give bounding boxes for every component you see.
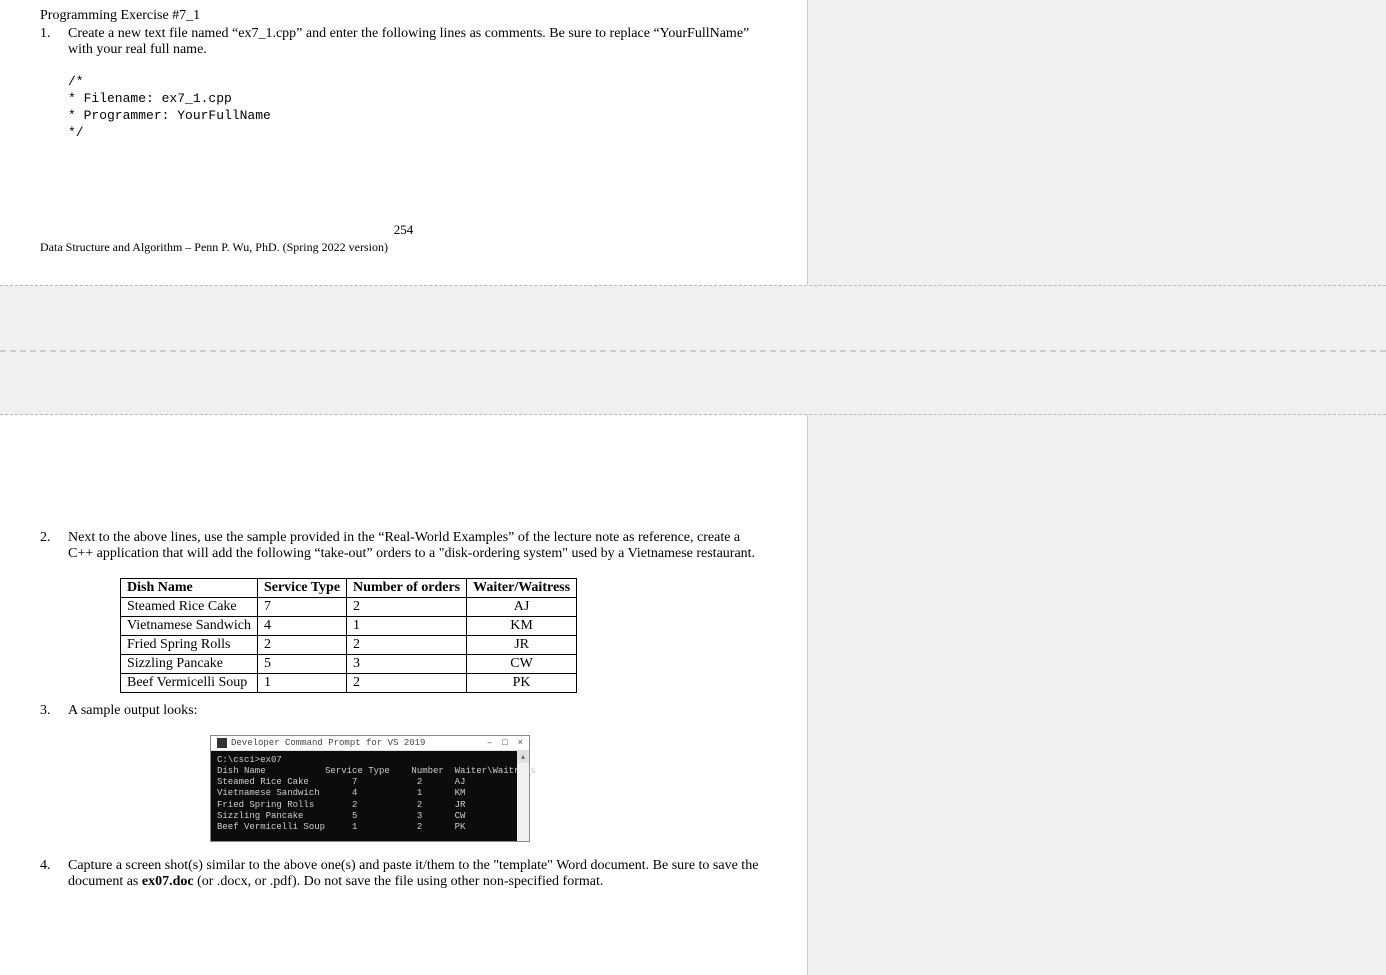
table-header: Dish Name [121, 578, 258, 597]
cell-dish: Fried Spring Rolls [121, 635, 258, 654]
table-header: Service Type [257, 578, 346, 597]
cell-number: 2 [347, 635, 467, 654]
cell-number: 2 [347, 597, 467, 616]
document-page-top: Programming Exercise #7_1 1. Create a ne… [0, 0, 808, 285]
close-icon[interactable]: × [518, 738, 523, 748]
bold-filename: ex07.doc [142, 874, 194, 889]
page-footer: Data Structure and Algorithm – Penn P. W… [40, 240, 767, 255]
console-title: Developer Command Prompt for VS 2019 [231, 738, 425, 748]
cell-service: 5 [257, 654, 346, 673]
list-item: 4. Capture a screen shot(s) similar to t… [40, 858, 767, 890]
maximize-icon[interactable]: □ [502, 738, 507, 748]
item-text-part: (or .docx, or .pdf). Do not save the fil… [194, 874, 604, 889]
table-row: Vietnamese Sandwich41KM [121, 616, 577, 635]
console-icon [217, 738, 227, 748]
cell-dish: Vietnamese Sandwich [121, 616, 258, 635]
list-item: 2. Next to the above lines, use the samp… [40, 530, 767, 562]
cell-dish: Sizzling Pancake [121, 654, 258, 673]
cell-service: 1 [257, 673, 346, 692]
table-header-row: Dish Name Service Type Number of orders … [121, 578, 577, 597]
minimize-icon[interactable]: – [487, 738, 492, 748]
table-row: Beef Vermicelli Soup12PK [121, 673, 577, 692]
cell-service: 7 [257, 597, 346, 616]
table-header: Number of orders [347, 578, 467, 597]
console-window: Developer Command Prompt for VS 2019 – □… [210, 735, 530, 843]
item-number: 2. [40, 530, 68, 562]
cell-waiter: KM [467, 616, 577, 635]
cell-service: 2 [257, 635, 346, 654]
item-text: Next to the above lines, use the sample … [68, 530, 767, 562]
table-row: Sizzling Pancake53CW [121, 654, 577, 673]
list-item: 3. A sample output looks: [40, 703, 767, 719]
list-item: 1. Create a new text file named “ex7_1.c… [40, 26, 767, 58]
cell-service: 4 [257, 616, 346, 635]
console-titlebar: Developer Command Prompt for VS 2019 – □… [211, 736, 529, 751]
scroll-up-icon[interactable]: ▴ [517, 751, 529, 763]
console-scrollbar[interactable]: ▴ [517, 751, 529, 842]
item-number: 3. [40, 703, 68, 719]
item-number: 4. [40, 858, 68, 890]
document-page-bottom: 2. Next to the above lines, use the samp… [0, 415, 808, 975]
table-row: Steamed Rice Cake72AJ [121, 597, 577, 616]
cell-waiter: PK [467, 673, 577, 692]
cell-dish: Steamed Rice Cake [121, 597, 258, 616]
table-row: Fried Spring Rolls22JR [121, 635, 577, 654]
cell-number: 2 [347, 673, 467, 692]
code-block: /* * Filename: ex7_1.cpp * Programmer: Y… [68, 74, 767, 142]
page-number: 254 [40, 222, 767, 238]
console-output: C:\csci>ex07 Dish Name Service Type Numb… [211, 751, 529, 842]
cell-dish: Beef Vermicelli Soup [121, 673, 258, 692]
exercise-title: Programming Exercise #7_1 [40, 8, 767, 24]
item-text: A sample output looks: [68, 703, 767, 719]
cell-number: 3 [347, 654, 467, 673]
cell-waiter: CW [467, 654, 577, 673]
orders-table: Dish Name Service Type Number of orders … [120, 578, 577, 693]
item-text: Capture a screen shot(s) similar to the … [68, 858, 767, 890]
cell-number: 1 [347, 616, 467, 635]
page-separator [0, 285, 1386, 415]
cell-waiter: JR [467, 635, 577, 654]
table-header: Waiter/Waitress [467, 578, 577, 597]
item-number: 1. [40, 26, 68, 58]
item-text: Create a new text file named “ex7_1.cpp”… [68, 26, 767, 58]
cell-waiter: AJ [467, 597, 577, 616]
